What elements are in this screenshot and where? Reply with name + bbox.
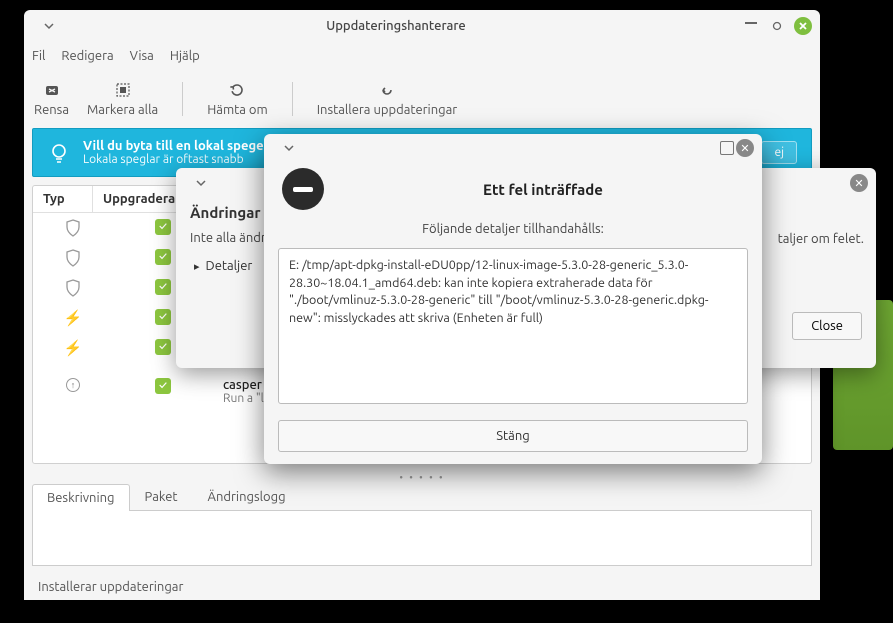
toolbar-install-button[interactable]: Installera uppdateringar xyxy=(317,81,458,117)
tab-packages[interactable]: Paket xyxy=(130,483,193,510)
error-icon xyxy=(282,168,324,210)
shield-icon xyxy=(65,249,81,267)
error-subtitle: Följande detaljer tillhandahålls: xyxy=(264,212,762,244)
lightbulb-icon xyxy=(47,141,71,165)
titlebar: Uppdateringshanterare xyxy=(24,10,820,42)
banner-no-button[interactable]: ej xyxy=(761,141,797,164)
minimize-icon[interactable] xyxy=(742,17,760,35)
toolbar-clear-label: Rensa xyxy=(34,103,69,117)
menu-help[interactable]: Hjälp xyxy=(170,49,200,63)
error-title: Ett fel inträffade xyxy=(342,181,744,198)
toolbar-select-all-label: Markera alla xyxy=(87,103,158,117)
menu-edit[interactable]: Redigera xyxy=(61,49,113,63)
menu-view[interactable]: Visa xyxy=(130,49,154,63)
toolbar-refresh-button[interactable]: Hämta om xyxy=(207,81,268,117)
tab-panel xyxy=(32,511,812,566)
col-type[interactable]: Typ xyxy=(33,186,93,212)
toolbar: Rensa Markera alla Hämta om Installera u… xyxy=(24,70,820,128)
window-menu-icon[interactable] xyxy=(40,17,58,35)
error-dialog: ✕ Ett fel inträffade Följande detaljer t… xyxy=(264,134,762,464)
toolbar-clear-button[interactable]: Rensa xyxy=(34,81,69,117)
checkbox-checked-icon[interactable]: ✓ xyxy=(155,378,171,394)
tab-changelog[interactable]: Ändringslogg xyxy=(193,483,301,510)
close-icon[interactable] xyxy=(794,17,812,35)
toolbar-select-all-button[interactable]: Markera alla xyxy=(87,81,158,117)
close-icon[interactable]: ✕ xyxy=(850,174,868,192)
menu-file[interactable]: Fil xyxy=(32,49,45,63)
shield-icon xyxy=(65,279,81,297)
window-menu-icon[interactable] xyxy=(192,174,210,192)
statusbar: Installerar uppdateringar xyxy=(24,574,820,600)
clear-icon xyxy=(43,81,61,99)
resize-grip[interactable]: • • • • • xyxy=(24,472,820,483)
maximize-icon[interactable] xyxy=(768,17,786,35)
changes-close-button[interactable]: Close xyxy=(792,312,862,340)
error-details-box[interactable]: E: /tmp/apt-dpkg-install-eDU0pp/12-linux… xyxy=(278,248,748,404)
toolbar-install-label: Installera uppdateringar xyxy=(317,103,458,117)
checkbox-checked-icon[interactable]: ✓ xyxy=(155,339,171,355)
checkbox-checked-icon[interactable]: ✓ xyxy=(155,309,171,325)
window-menu-icon[interactable] xyxy=(280,139,298,157)
select-all-icon xyxy=(114,81,132,99)
checkbox-checked-icon[interactable]: ✓ xyxy=(155,279,171,295)
changes-trailing-text: taljer om felet. xyxy=(778,232,864,246)
checkbox-checked-icon[interactable]: ✓ xyxy=(155,249,171,265)
tab-description[interactable]: Beskrivning xyxy=(32,484,130,511)
error-close-button[interactable]: Stäng xyxy=(278,420,748,452)
toolbar-separator xyxy=(182,82,183,116)
bolt-icon: ⚡ xyxy=(64,309,83,327)
shield-icon xyxy=(65,219,81,237)
refresh-icon xyxy=(228,81,246,99)
menubar: Fil Redigera Visa Hjälp xyxy=(24,42,820,70)
arrow-up-icon: ↑ xyxy=(66,378,80,392)
close-icon[interactable]: ✕ xyxy=(736,139,754,157)
install-icon xyxy=(378,81,396,99)
maximize-icon[interactable] xyxy=(718,139,736,157)
toolbar-separator xyxy=(292,82,293,116)
bolt-icon: ⚡ xyxy=(64,339,83,357)
toolbar-refresh-label: Hämta om xyxy=(207,103,268,117)
window-title: Uppdateringshanterare xyxy=(58,19,734,33)
checkbox-checked-icon[interactable]: ✓ xyxy=(155,219,171,235)
detail-tabs: Beskrivning Paket Ändringslogg xyxy=(32,483,812,511)
